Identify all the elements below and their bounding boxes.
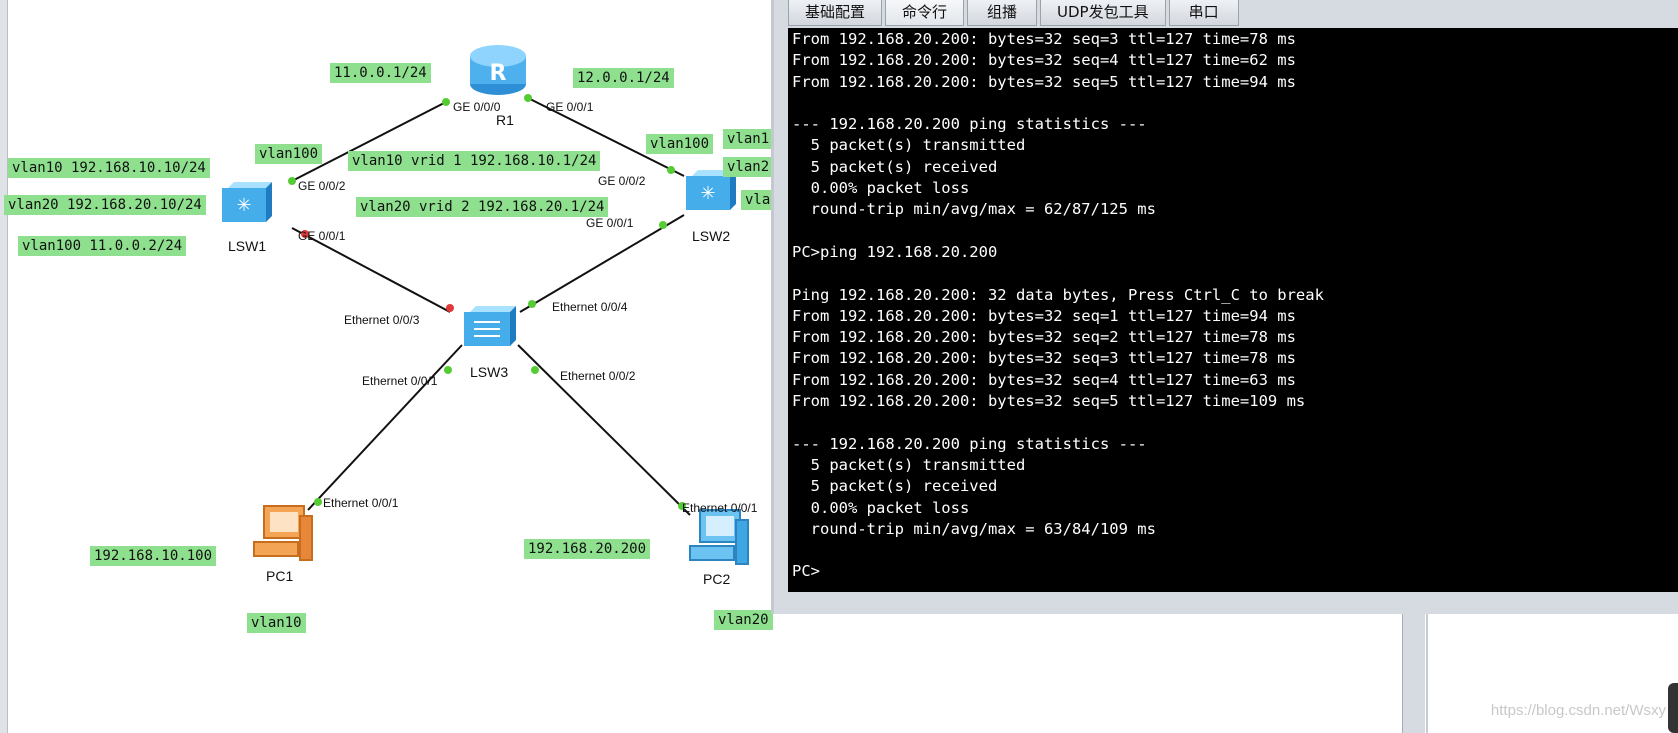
port-dot-lsw3-eth004 bbox=[528, 300, 536, 308]
port-label-pc1-eth001: Ethernet 0/0/1 bbox=[323, 496, 399, 510]
port-dot-r1-ge000 bbox=[442, 98, 450, 106]
l2-switch-icon bbox=[464, 306, 516, 346]
router-icon: R bbox=[470, 45, 526, 95]
console-tabs: 基础配置 命令行 组播 UDP发包工具 串口 bbox=[788, 0, 1242, 26]
port-label-r1-ge000: GE 0/0/0 bbox=[453, 100, 501, 114]
router-r1[interactable]: R bbox=[468, 40, 528, 98]
terminal-line: 0.00% packet loss bbox=[792, 498, 970, 517]
terminal-line: From 192.168.20.200: bytes=32 seq=2 ttl=… bbox=[792, 328, 1296, 347]
tab-udp-tool[interactable]: UDP发包工具 bbox=[1040, 0, 1166, 26]
topology-links bbox=[288, 94, 691, 516]
terminal-line: PC> bbox=[792, 562, 820, 581]
label-vla-cut[interactable]: vla bbox=[741, 190, 775, 210]
scroll-handle[interactable] bbox=[1668, 683, 1678, 733]
port-dot-lsw2-ge002 bbox=[667, 166, 675, 174]
terminal-line: From 192.168.20.200: bytes=32 seq=4 ttl=… bbox=[792, 51, 1296, 70]
label-vlan1-cut[interactable]: vlan1 bbox=[723, 129, 774, 149]
label-pc1-ip[interactable]: 192.168.10.100 bbox=[90, 546, 217, 566]
device-name-lsw1: LSW1 bbox=[228, 238, 267, 254]
device-name-lsw3: LSW3 bbox=[470, 364, 509, 380]
terminal-line: 0.00% packet loss bbox=[792, 179, 970, 198]
label-lsw1-vlan10[interactable]: vlan10 192.168.10.10/24 bbox=[8, 158, 210, 178]
terminal-line: 5 packet(s) transmitted bbox=[792, 455, 1026, 474]
port-label-pc2-eth001: Ethernet 0/0/1 bbox=[682, 501, 758, 515]
device-name-r1: R1 bbox=[496, 112, 514, 128]
l3-switch-icon: ✳ bbox=[222, 182, 272, 222]
terminal-line: From 192.168.20.200: bytes=32 seq=5 ttl=… bbox=[792, 72, 1296, 91]
tab-basic-config[interactable]: 基础配置 bbox=[788, 0, 883, 26]
topology-canvas[interactable]: R R1 ✳ LSW1 ✳ LSW2 LSW3 PC1 PC2 11.0.0.1… bbox=[0, 0, 775, 733]
port-dot-lsw3-eth001 bbox=[444, 366, 452, 374]
label-vrid1[interactable]: vlan10 vrid 1 192.168.10.1/24 bbox=[348, 151, 601, 171]
svg-text:✳: ✳ bbox=[700, 183, 715, 204]
terminal-line: --- 192.168.20.200 ping statistics --- bbox=[792, 434, 1147, 453]
terminal-line: round-trip min/avg/max = 63/84/109 ms bbox=[792, 519, 1156, 538]
port-label-lsw3-eth001: Ethernet 0/0/1 bbox=[362, 374, 438, 388]
background-panel: https://blog.csdn.net/Wsxy bbox=[1426, 614, 1678, 733]
port-dot-lsw3-eth002 bbox=[531, 366, 539, 374]
terminal-line: From 192.168.20.200: bytes=32 seq=4 ttl=… bbox=[792, 370, 1296, 389]
port-label-lsw3-eth004: Ethernet 0/0/4 bbox=[552, 300, 628, 314]
link-lsw3-pc1 bbox=[307, 344, 463, 511]
port-label-lsw2-ge001: GE 0/0/1 bbox=[586, 216, 634, 230]
port-label-lsw1-ge001: GE 0/0/1 bbox=[298, 229, 346, 243]
terminal-line: 5 packet(s) received bbox=[792, 157, 998, 176]
port-label-lsw1-ge002: GE 0/0/2 bbox=[298, 179, 346, 193]
terminal-line: 5 packet(s) transmitted bbox=[792, 136, 1026, 155]
label-vlan100-left[interactable]: vlan100 bbox=[255, 144, 323, 164]
pc-icon bbox=[689, 509, 749, 565]
tab-multicast[interactable]: 组播 bbox=[967, 0, 1038, 26]
label-vlan2-cut[interactable]: vlan2 bbox=[723, 157, 774, 177]
switch-lsw3[interactable] bbox=[462, 302, 520, 350]
pc-pc1[interactable] bbox=[250, 502, 316, 566]
tab-command-line[interactable]: 命令行 bbox=[885, 0, 965, 26]
terminal-output[interactable]: From 192.168.20.200: bytes=32 seq=3 ttl=… bbox=[788, 28, 1678, 592]
svg-text:✳: ✳ bbox=[236, 195, 251, 216]
port-label-lsw3-eth003: Ethernet 0/0/3 bbox=[344, 313, 420, 327]
terminal-line: From 192.168.20.200: bytes=32 seq=3 ttl=… bbox=[792, 30, 1296, 48]
device-name-pc1: PC1 bbox=[266, 568, 294, 584]
port-dot-lsw3-eth003 bbox=[446, 304, 454, 312]
switch-lsw1[interactable]: ✳ bbox=[220, 178, 274, 226]
terminal-line: PC>ping 192.168.20.200 bbox=[792, 242, 998, 261]
device-name-pc2: PC2 bbox=[703, 571, 731, 587]
port-dot-lsw2-ge001 bbox=[659, 221, 667, 229]
window-frame-edge bbox=[1402, 614, 1425, 733]
label-pc1-vlan[interactable]: vlan10 bbox=[247, 613, 306, 633]
terminal-line: From 192.168.20.200: bytes=32 seq=5 ttl=… bbox=[792, 392, 1306, 411]
terminal-line: From 192.168.20.200: bytes=32 seq=3 ttl=… bbox=[792, 349, 1296, 368]
label-vlan100-right[interactable]: vlan100 bbox=[646, 134, 714, 154]
pc-console-window: 基础配置 命令行 组播 UDP发包工具 串口 From 192.168.20.2… bbox=[771, 0, 1678, 614]
label-vrid2[interactable]: vlan20 vrid 2 192.168.20.1/24 bbox=[356, 197, 609, 217]
label-lsw1-vlan100[interactable]: vlan100 11.0.0.2/24 bbox=[18, 236, 187, 256]
terminal-line: Ping 192.168.20.200: 32 data bytes, Pres… bbox=[792, 285, 1324, 304]
label-pc2-ip[interactable]: 192.168.20.200 bbox=[524, 539, 651, 559]
terminal-line: 5 packet(s) received bbox=[792, 477, 998, 496]
device-name-lsw2: LSW2 bbox=[692, 228, 731, 244]
label-ip-11[interactable]: 11.0.0.1/24 bbox=[330, 63, 431, 83]
pc-pc2[interactable] bbox=[686, 506, 752, 570]
tab-serial[interactable]: 串口 bbox=[1168, 0, 1239, 26]
label-ip-12[interactable]: 12.0.0.1/24 bbox=[573, 68, 674, 88]
terminal-line: round-trip min/avg/max = 62/87/125 ms bbox=[792, 200, 1156, 219]
port-label-r1-ge001: GE 0/0/1 bbox=[546, 100, 594, 114]
label-lsw1-vlan20[interactable]: vlan20 192.168.20.10/24 bbox=[4, 195, 206, 215]
pc-icon bbox=[253, 505, 313, 561]
terminal-lines: From 192.168.20.200: bytes=32 seq=3 ttl=… bbox=[788, 28, 1678, 583]
port-dot-lsw1-ge002 bbox=[288, 177, 296, 185]
watermark-text: https://blog.csdn.net/Wsxy bbox=[1490, 702, 1666, 719]
port-label-lsw3-eth002: Ethernet 0/0/2 bbox=[560, 369, 636, 383]
svg-text:R: R bbox=[490, 61, 507, 86]
terminal-line: From 192.168.20.200: bytes=32 seq=1 ttl=… bbox=[792, 306, 1296, 325]
port-label-lsw2-ge002: GE 0/0/2 bbox=[598, 174, 646, 188]
label-pc2-vlan[interactable]: vlan20 bbox=[714, 610, 773, 630]
terminal-line: --- 192.168.20.200 ping statistics --- bbox=[792, 115, 1147, 134]
